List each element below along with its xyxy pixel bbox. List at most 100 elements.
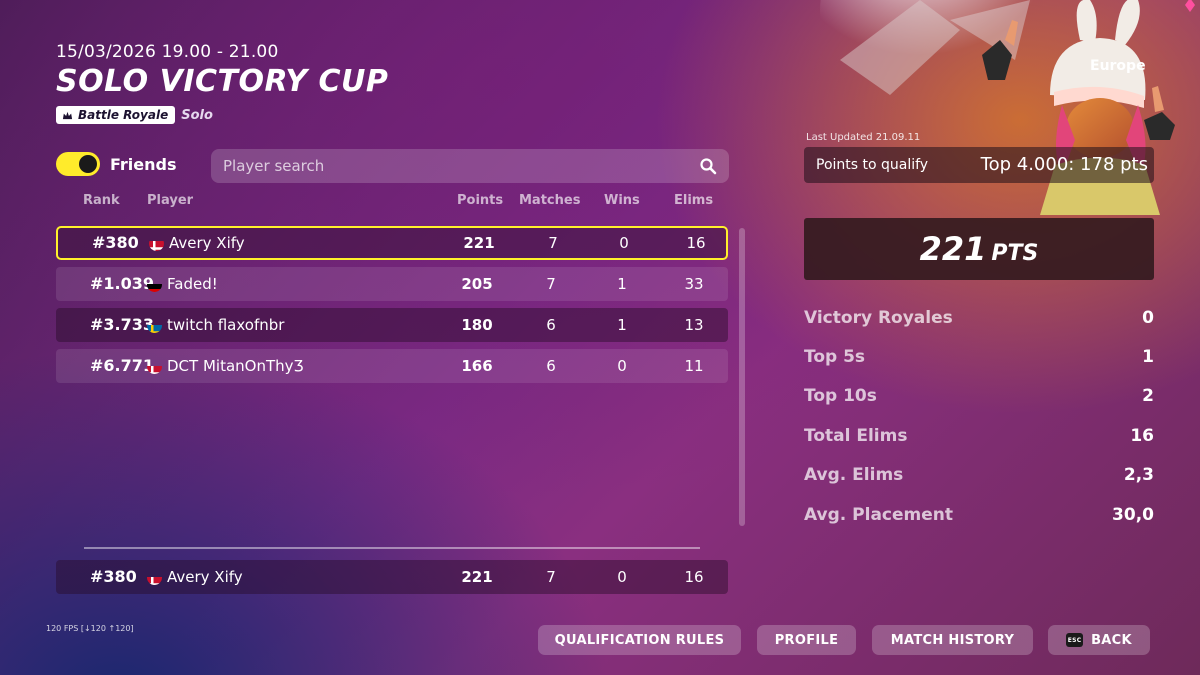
table-row[interactable]: #380 Avery Xify 221 7 0 16 [56, 226, 728, 260]
last-updated: Last Updated 21.09.11 [806, 132, 921, 143]
stat-avg-elims: Avg. Elims 2,3 [804, 465, 1154, 489]
total-points: 221 PTS [804, 218, 1154, 280]
row-wins: 1 [617, 316, 627, 334]
friends-toggle[interactable] [56, 152, 100, 176]
table-row[interactable]: #6.771 DCT MitanOnThyƷ 166 6 0 11 [56, 349, 728, 383]
player-search[interactable] [211, 149, 729, 183]
table-header: Rank Player Points Matches Wins Elims [56, 193, 728, 211]
region-label: Europe [1090, 58, 1146, 74]
col-points: Points [457, 193, 504, 208]
stat-avg-placement: Avg. Placement 30,0 [804, 505, 1154, 529]
row-points: 221 [461, 568, 493, 586]
row-elims: 16 [686, 234, 706, 252]
toggle-knob [79, 155, 97, 173]
row-rank: #6.771 [90, 356, 155, 375]
row-matches: 6 [546, 316, 556, 334]
table-row[interactable]: #1.039 Faded! 205 7 1 33 [56, 267, 728, 301]
col-matches: Matches [519, 193, 581, 208]
stat-top5s: Top 5s 1 [804, 347, 1154, 371]
mode-badge: Battle Royale [56, 106, 176, 124]
stat-victory-royales: Victory Royales 0 [804, 308, 1154, 332]
row-elims: 13 [684, 316, 704, 334]
friends-label: Friends [110, 154, 177, 174]
stat-label: Top 5s [804, 347, 866, 367]
points-value: 221 [919, 230, 987, 268]
row-matches: 7 [546, 568, 556, 586]
col-rank: Rank [83, 193, 120, 208]
mode-label: Battle Royale [78, 108, 169, 122]
player-name: Faded! [167, 275, 218, 293]
search-input[interactable] [223, 157, 699, 175]
row-player: twitch flaxofnbr [147, 308, 284, 342]
denmark-flag-icon [149, 236, 164, 251]
row-points: 180 [461, 316, 493, 334]
stat-label: Total Elims [804, 426, 908, 446]
row-wins: 0 [617, 568, 627, 586]
profile-button[interactable]: PROFILE [757, 625, 856, 655]
row-elims: 11 [684, 357, 704, 375]
page-title: SOLO VICTORY CUP [56, 64, 389, 99]
esc-key-icon: ESC [1066, 633, 1084, 647]
row-rank: #1.039 [90, 274, 155, 293]
stat-label: Top 10s [804, 386, 877, 406]
fps-counter: 120 FPS [↓120 ↑120] [46, 624, 134, 633]
stat-value: 16 [1130, 426, 1154, 446]
back-button[interactable]: ESC BACK [1048, 625, 1150, 655]
germany-flag-icon [147, 277, 162, 292]
friends-toggle-row[interactable]: Friends [56, 152, 177, 176]
search-icon[interactable] [699, 157, 717, 175]
stat-label: Avg. Elims [804, 465, 904, 485]
qualify-label: Points to qualify [816, 157, 929, 173]
row-points: 205 [461, 275, 493, 293]
crown-icon [62, 111, 73, 119]
row-elims: 33 [684, 275, 704, 293]
row-rank: #3.733 [90, 315, 155, 334]
row-player: Avery Xify [149, 228, 245, 258]
divider [84, 547, 700, 549]
stat-value: 30,0 [1112, 505, 1154, 525]
row-matches: 7 [546, 275, 556, 293]
col-player: Player [147, 193, 194, 208]
player-name: Avery Xify [167, 568, 243, 586]
qualify-box: Points to qualify Top 4.000: 178 pts [804, 147, 1154, 183]
submode-label: Solo [181, 107, 213, 123]
stat-total-elims: Total Elims 16 [804, 426, 1154, 450]
row-rank: #380 [92, 233, 139, 252]
player-name: twitch flaxofnbr [167, 316, 285, 334]
stat-label: Victory Royales [804, 308, 953, 328]
player-name: DCT MitanOnThyƷ [167, 357, 304, 375]
row-wins: 1 [617, 275, 627, 293]
row-player: Avery Xify [147, 560, 243, 594]
stat-top10s: Top 10s 2 [804, 386, 1154, 410]
stat-value: 2,3 [1123, 465, 1154, 485]
stat-label: Avg. Placement [804, 505, 954, 525]
qualify-value: Top 4.000: 178 pts [980, 154, 1148, 175]
row-matches: 6 [546, 357, 556, 375]
row-points: 166 [461, 357, 493, 375]
row-elims: 16 [684, 568, 704, 586]
denmark-flag-icon [147, 359, 162, 374]
row-player: DCT MitanOnThyƷ [147, 349, 304, 383]
stat-value: 1 [1142, 347, 1154, 367]
stat-value: 2 [1142, 386, 1154, 406]
event-datetime: 15/03/2026 19.00 - 21.00 [56, 42, 279, 62]
row-player: Faded! [147, 267, 218, 301]
self-row[interactable]: #380 Avery Xify 221 7 0 16 [56, 560, 728, 594]
col-wins: Wins [604, 193, 640, 208]
leaderboard-scrollbar[interactable] [739, 228, 745, 526]
back-label: BACK [1091, 632, 1132, 648]
points-unit: PTS [991, 241, 1039, 266]
row-matches: 7 [548, 234, 558, 252]
sweden-flag-icon [147, 318, 162, 333]
row-wins: 0 [619, 234, 629, 252]
player-name: Avery Xify [169, 234, 245, 252]
mode-row: Battle Royale Solo [56, 106, 213, 124]
match-history-button[interactable]: MATCH HISTORY [872, 625, 1033, 655]
qualification-rules-button[interactable]: QUALIFICATION RULES [538, 625, 741, 655]
col-elims: Elims [674, 193, 714, 208]
stat-value: 0 [1142, 308, 1154, 328]
row-rank: #380 [90, 567, 137, 586]
table-row[interactable]: #3.733 twitch flaxofnbr 180 6 1 13 [56, 308, 728, 342]
row-wins: 0 [617, 357, 627, 375]
denmark-flag-icon [147, 570, 162, 585]
